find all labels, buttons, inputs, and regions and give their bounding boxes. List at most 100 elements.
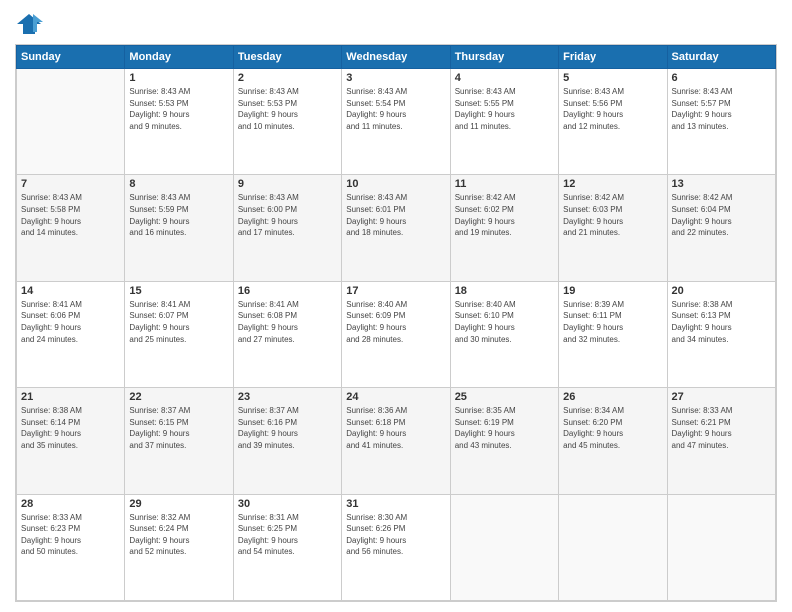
calendar-cell: 30 Sunrise: 8:31 AMSunset: 6:25 PMDayligh… bbox=[233, 494, 341, 600]
header-cell-monday: Monday bbox=[125, 46, 233, 69]
header bbox=[15, 10, 777, 38]
day-number: 25 bbox=[455, 391, 554, 403]
day-content: Sunrise: 8:43 AMSunset: 5:57 PMDaylight:… bbox=[672, 86, 771, 132]
day-content: Sunrise: 8:40 AMSunset: 6:09 PMDaylight:… bbox=[346, 299, 445, 345]
header-cell-sunday: Sunday bbox=[17, 46, 125, 69]
calendar-cell: 18 Sunrise: 8:40 AMSunset: 6:10 PMDayligh… bbox=[450, 281, 558, 387]
calendar-cell: 15Sunrise: 8:41 AMSunset: 6:07 PMDayligh… bbox=[125, 281, 233, 387]
day-content: Sunrise: 8:30 AMSunset: 6:26 PMDaylight:… bbox=[346, 512, 445, 558]
calendar-cell: 13 Sunrise: 8:42 AMSunset: 6:04 PMDayligh… bbox=[667, 175, 775, 281]
day-content: Sunrise: 8:40 AMSunset: 6:10 PMDaylight:… bbox=[455, 299, 554, 345]
day-number: 5 bbox=[563, 72, 662, 84]
day-content: Sunrise: 8:43 AMSunset: 5:58 PMDaylight:… bbox=[21, 192, 120, 238]
day-content: Sunrise: 8:43 AMSunset: 5:54 PMDaylight:… bbox=[346, 86, 445, 132]
day-content: Sunrise: 8:43 AMSunset: 5:55 PMDaylight:… bbox=[455, 86, 554, 132]
calendar-cell: 14 Sunrise: 8:41 AMSunset: 6:06 PMDayligh… bbox=[17, 281, 125, 387]
calendar-cell: 11 Sunrise: 8:42 AMSunset: 6:02 PMDayligh… bbox=[450, 175, 558, 281]
day-number: 18 bbox=[455, 285, 554, 297]
day-number: 20 bbox=[672, 285, 771, 297]
day-content: Sunrise: 8:39 AMSunset: 6:11 PMDaylight:… bbox=[563, 299, 662, 345]
day-number: 26 bbox=[563, 391, 662, 403]
day-content: Sunrise: 8:43 AMSunset: 6:00 PMDaylight:… bbox=[238, 192, 337, 238]
calendar-cell bbox=[559, 494, 667, 600]
calendar-cell bbox=[450, 494, 558, 600]
calendar-cell: 4 Sunrise: 8:43 AMSunset: 5:55 PMDaylight… bbox=[450, 69, 558, 175]
day-number: 22 bbox=[129, 391, 228, 403]
day-number: 30 bbox=[238, 498, 337, 510]
day-number: 28 bbox=[21, 498, 120, 510]
day-content: Sunrise: 8:32 AMSunset: 6:24 PMDaylight:… bbox=[129, 512, 228, 558]
day-number: 12 bbox=[563, 178, 662, 190]
day-number: 19 bbox=[563, 285, 662, 297]
day-content: Sunrise: 8:31 AMSunset: 6:25 PMDaylight:… bbox=[238, 512, 337, 558]
calendar-week-3: 14 Sunrise: 8:41 AMSunset: 6:06 PMDayligh… bbox=[17, 281, 776, 387]
calendar-week-1: 1 Sunrise: 8:43 AMSunset: 5:53 PMDaylight… bbox=[17, 69, 776, 175]
calendar-cell: 2Sunrise: 8:43 AMSunset: 5:53 PMDaylight… bbox=[233, 69, 341, 175]
calendar-cell: 31 Sunrise: 8:30 AMSunset: 6:26 PMDayligh… bbox=[342, 494, 450, 600]
day-content: Sunrise: 8:37 AMSunset: 6:16 PMDaylight:… bbox=[238, 405, 337, 451]
day-content: Sunrise: 8:42 AMSunset: 6:04 PMDaylight:… bbox=[672, 192, 771, 238]
day-content: Sunrise: 8:34 AMSunset: 6:20 PMDaylight:… bbox=[563, 405, 662, 451]
day-number: 2 bbox=[238, 72, 337, 84]
day-number: 10 bbox=[346, 178, 445, 190]
day-number: 16 bbox=[238, 285, 337, 297]
header-cell-thursday: Thursday bbox=[450, 46, 558, 69]
day-content: Sunrise: 8:43 AMSunset: 5:53 PMDaylight:… bbox=[129, 86, 228, 132]
day-content: Sunrise: 8:42 AMSunset: 6:03 PMDaylight:… bbox=[563, 192, 662, 238]
calendar-cell: 21 Sunrise: 8:38 AMSunset: 6:14 PMDayligh… bbox=[17, 388, 125, 494]
day-number: 13 bbox=[672, 178, 771, 190]
header-cell-saturday: Saturday bbox=[667, 46, 775, 69]
header-cell-friday: Friday bbox=[559, 46, 667, 69]
calendar-cell: 12 Sunrise: 8:42 AMSunset: 6:03 PMDayligh… bbox=[559, 175, 667, 281]
day-number: 31 bbox=[346, 498, 445, 510]
calendar-cell: 25 Sunrise: 8:35 AMSunset: 6:19 PMDayligh… bbox=[450, 388, 558, 494]
calendar-cell: 16 Sunrise: 8:41 AMSunset: 6:08 PMDayligh… bbox=[233, 281, 341, 387]
calendar-week-4: 21 Sunrise: 8:38 AMSunset: 6:14 PMDayligh… bbox=[17, 388, 776, 494]
header-cell-wednesday: Wednesday bbox=[342, 46, 450, 69]
calendar-cell bbox=[667, 494, 775, 600]
day-number: 1 bbox=[129, 72, 228, 84]
calendar-cell: 9 Sunrise: 8:43 AMSunset: 6:00 PMDaylight… bbox=[233, 175, 341, 281]
day-number: 27 bbox=[672, 391, 771, 403]
day-number: 11 bbox=[455, 178, 554, 190]
day-content: Sunrise: 8:33 AMSunset: 6:23 PMDaylight:… bbox=[21, 512, 120, 558]
day-number: 3 bbox=[346, 72, 445, 84]
day-content: Sunrise: 8:36 AMSunset: 6:18 PMDaylight:… bbox=[346, 405, 445, 451]
day-number: 6 bbox=[672, 72, 771, 84]
calendar-cell: 17Sunrise: 8:40 AMSunset: 6:09 PMDayligh… bbox=[342, 281, 450, 387]
day-content: Sunrise: 8:43 AMSunset: 5:59 PMDaylight:… bbox=[129, 192, 228, 238]
day-content: Sunrise: 8:42 AMSunset: 6:02 PMDaylight:… bbox=[455, 192, 554, 238]
day-content: Sunrise: 8:33 AMSunset: 6:21 PMDaylight:… bbox=[672, 405, 771, 451]
calendar-cell: 19 Sunrise: 8:39 AMSunset: 6:11 PMDayligh… bbox=[559, 281, 667, 387]
calendar-cell: 8 Sunrise: 8:43 AMSunset: 5:59 PMDaylight… bbox=[125, 175, 233, 281]
calendar-cell: 22 Sunrise: 8:37 AMSunset: 6:15 PMDayligh… bbox=[125, 388, 233, 494]
calendar-cell: 26 Sunrise: 8:34 AMSunset: 6:20 PMDayligh… bbox=[559, 388, 667, 494]
calendar-cell: 10 Sunrise: 8:43 AMSunset: 6:01 PMDayligh… bbox=[342, 175, 450, 281]
day-number: 15 bbox=[129, 285, 228, 297]
day-content: Sunrise: 8:41 AMSunset: 6:06 PMDaylight:… bbox=[21, 299, 120, 345]
day-number: 4 bbox=[455, 72, 554, 84]
day-content: Sunrise: 8:37 AMSunset: 6:15 PMDaylight:… bbox=[129, 405, 228, 451]
day-number: 8 bbox=[129, 178, 228, 190]
calendar-cell: 7Sunrise: 8:43 AMSunset: 5:58 PMDaylight… bbox=[17, 175, 125, 281]
day-number: 24 bbox=[346, 391, 445, 403]
calendar-cell: 1 Sunrise: 8:43 AMSunset: 5:53 PMDaylight… bbox=[125, 69, 233, 175]
day-content: Sunrise: 8:43 AMSunset: 5:56 PMDaylight:… bbox=[563, 86, 662, 132]
calendar-cell: 24 Sunrise: 8:36 AMSunset: 6:18 PMDayligh… bbox=[342, 388, 450, 494]
calendar-cell: 29Sunrise: 8:32 AMSunset: 6:24 PMDayligh… bbox=[125, 494, 233, 600]
logo bbox=[15, 10, 47, 38]
day-content: Sunrise: 8:38 AMSunset: 6:14 PMDaylight:… bbox=[21, 405, 120, 451]
day-content: Sunrise: 8:35 AMSunset: 6:19 PMDaylight:… bbox=[455, 405, 554, 451]
day-content: Sunrise: 8:43 AMSunset: 6:01 PMDaylight:… bbox=[346, 192, 445, 238]
calendar: SundayMondayTuesdayWednesdayThursdayFrid… bbox=[15, 44, 777, 602]
day-number: 14 bbox=[21, 285, 120, 297]
day-number: 23 bbox=[238, 391, 337, 403]
calendar-cell: 3 Sunrise: 8:43 AMSunset: 5:54 PMDaylight… bbox=[342, 69, 450, 175]
day-number: 9 bbox=[238, 178, 337, 190]
calendar-cell: 5 Sunrise: 8:43 AMSunset: 5:56 PMDaylight… bbox=[559, 69, 667, 175]
day-number: 21 bbox=[21, 391, 120, 403]
header-cell-tuesday: Tuesday bbox=[233, 46, 341, 69]
calendar-cell: 27 Sunrise: 8:33 AMSunset: 6:21 PMDayligh… bbox=[667, 388, 775, 494]
day-content: Sunrise: 8:41 AMSunset: 6:08 PMDaylight:… bbox=[238, 299, 337, 345]
logo-icon bbox=[15, 10, 43, 38]
